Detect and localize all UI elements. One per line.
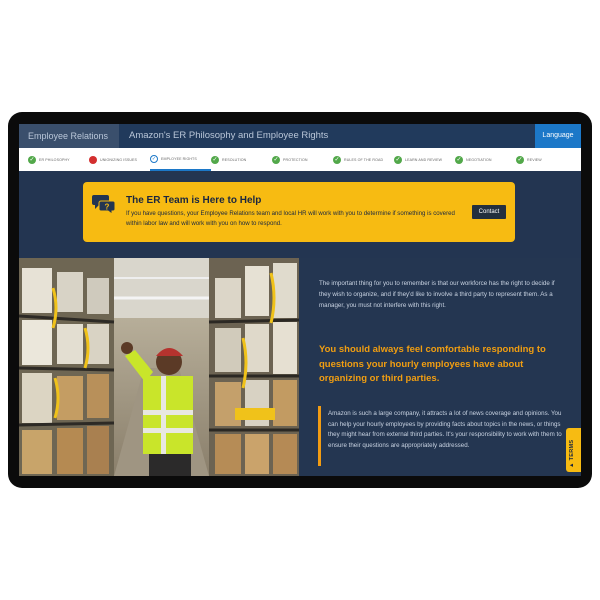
page-title: Amazon's ER Philosophy and Employee Righ… bbox=[129, 130, 329, 141]
rights-paragraph: The important thing for you to remember … bbox=[319, 280, 555, 309]
terms-label: ▲ TERMS bbox=[569, 439, 575, 468]
step-protection[interactable]: ✓ PROTECTION bbox=[272, 148, 333, 171]
step-label: ER PHILOSOPHY bbox=[39, 157, 70, 162]
check-icon: ✓ bbox=[455, 155, 463, 164]
error-dot-icon bbox=[89, 155, 97, 164]
svg-text:?: ? bbox=[105, 203, 110, 212]
check-icon: ✓ bbox=[394, 155, 402, 164]
check-icon: ✓ bbox=[211, 155, 219, 164]
step-learn-and-review[interactable]: ✓ LEARN AND REVIEW bbox=[394, 148, 455, 171]
chat-question-icon: ? bbox=[92, 195, 116, 214]
callout-body: If you have questions, your Employee Rel… bbox=[126, 210, 455, 227]
check-icon: ✓ bbox=[150, 154, 158, 163]
step-rules-of-the-road[interactable]: ✓ RULES OF THE ROAD bbox=[333, 148, 394, 171]
app-screen: Employee Relations Amazon's ER Philosoph… bbox=[19, 124, 581, 476]
news-paragraph: Amazon is such a large company, it attra… bbox=[328, 410, 562, 449]
contact-button[interactable]: Contact bbox=[472, 205, 506, 219]
step-label: EMPLOYEE RIGHTS bbox=[161, 156, 197, 161]
warehouse-photo bbox=[19, 258, 299, 476]
content-panel: The important thing for you to remember … bbox=[299, 258, 581, 476]
top-header: Employee Relations Amazon's ER Philosoph… bbox=[19, 124, 581, 148]
step-resolution[interactable]: ✓ RESOLUTION bbox=[211, 148, 272, 171]
check-icon: ✓ bbox=[28, 155, 36, 164]
step-employee-rights[interactable]: ✓ EMPLOYEE RIGHTS bbox=[150, 148, 211, 171]
step-label: UNIONIZING ISSUES bbox=[100, 157, 138, 162]
step-label: NEGOTIATION bbox=[466, 157, 492, 162]
section-name: Employee Relations bbox=[19, 124, 119, 148]
quote-accent-bar bbox=[318, 406, 321, 466]
language-button[interactable]: Language bbox=[535, 124, 581, 148]
check-icon: ✓ bbox=[516, 155, 524, 164]
step-label: LEARN AND REVIEW bbox=[405, 157, 443, 162]
step-label: RESOLUTION bbox=[222, 157, 247, 162]
highlight-quote: You should always feel comfortable respo… bbox=[319, 344, 546, 384]
callout-title: The ER Team is Here to Help bbox=[126, 195, 262, 206]
help-callout: ? The ER Team is Here to Help If you hav… bbox=[83, 182, 515, 242]
progress-nav: ✓ ER PHILOSOPHY UNIONIZING ISSUES ✓ EMPL… bbox=[19, 148, 581, 171]
step-label: RULES OF THE ROAD bbox=[344, 157, 384, 162]
terms-tab[interactable]: ▲ TERMS bbox=[566, 428, 581, 472]
check-icon: ✓ bbox=[272, 155, 280, 164]
step-label: PROTECTION bbox=[283, 157, 308, 162]
step-label: REVIEW bbox=[527, 157, 542, 162]
step-unionizing-issues[interactable]: UNIONIZING ISSUES bbox=[89, 148, 150, 171]
step-review[interactable]: ✓ REVIEW bbox=[516, 148, 577, 171]
step-negotiation[interactable]: ✓ NEGOTIATION bbox=[455, 148, 516, 171]
step-er-philosophy[interactable]: ✓ ER PHILOSOPHY bbox=[28, 148, 89, 171]
check-icon: ✓ bbox=[333, 155, 341, 164]
